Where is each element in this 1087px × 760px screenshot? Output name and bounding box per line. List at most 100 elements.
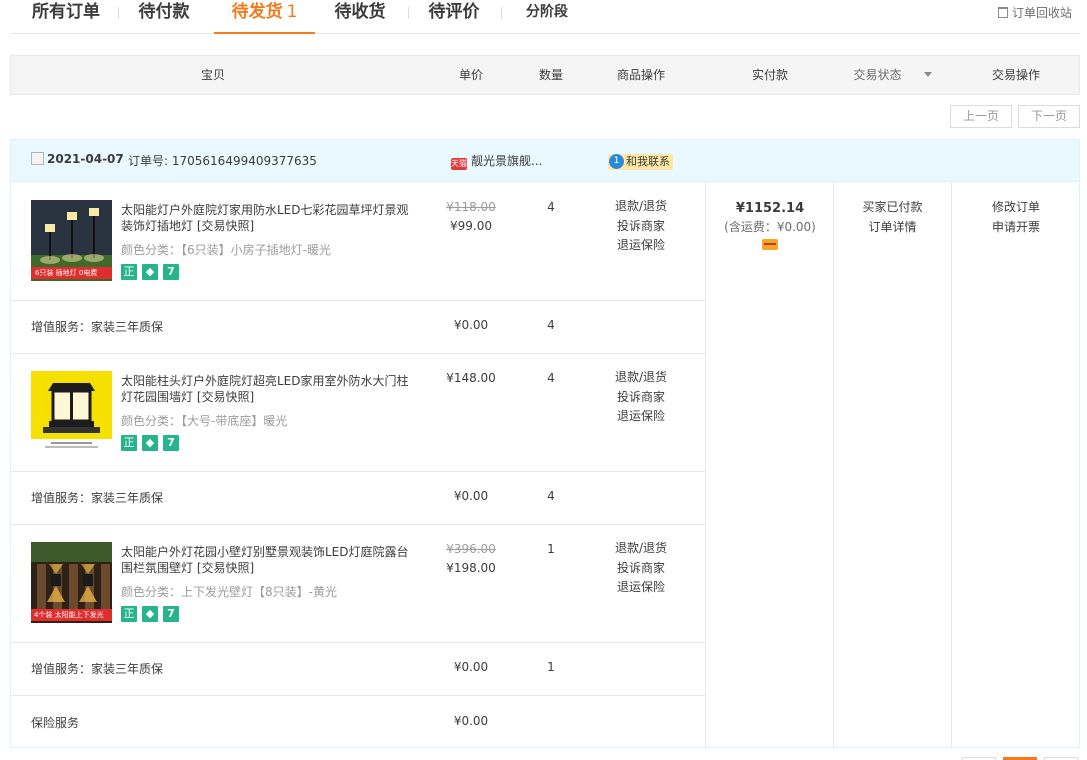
product-spec: 颜色分类：上下发光壁灯【8只装】-黄光 [121,585,337,599]
return-insurance-link[interactable]: 退运保险 [606,407,676,427]
divider [11,353,705,354]
modify-order-link[interactable]: 修改订单 [951,197,1081,217]
unit-price: ¥118.00 ¥99.00 [431,198,511,236]
shop-name: 靓光景旗舰... [471,154,543,168]
divider [11,524,705,525]
seven-day-return-icon[interactable]: 7 [163,606,179,622]
tab-label: 待评价 [428,2,480,22]
order-checkbox[interactable] [31,152,44,165]
col-item: 宝贝 [200,68,225,82]
original-price: ¥118.00 [446,200,496,214]
tab-staged[interactable]: 分阶段 [517,0,577,34]
value-added-service: 增值服务：家装三年质保 [31,662,164,676]
table-header: 宝贝 单价 数量 商品操作 实付款 交易状态 交易操作 [10,55,1080,95]
tab-divider [501,7,502,19]
credit-card-icon[interactable] [762,239,778,250]
paid-amount: ¥1152.14 [735,201,805,216]
divider [833,182,834,748]
quantity: 4 [547,371,555,385]
refund-return-link[interactable]: 退款/退货 [606,197,676,217]
complain-seller-link[interactable]: 投诉商家 [606,559,676,579]
genuine-icon[interactable]: 正 [121,264,137,280]
return-insurance-link[interactable]: 退运保险 [606,236,676,256]
request-invoice-link[interactable]: 申请开票 [951,217,1081,237]
product-spec: 颜色分类：【大号-带底座】暖光 [121,414,288,428]
product-title-link[interactable]: 太阳能户外灯花园小壁灯别墅景观装饰LED灯庭院露台围栏氛围壁灯 [交易快照] [121,544,411,576]
order-body: 6只装 插地灯 0电费 太阳能灯户外庭院灯家用防水LED七彩花园草坪灯景观装饰灯… [10,182,1080,748]
install-icon[interactable]: ◆ [142,435,158,451]
tab-divider [118,7,119,19]
refund-return-link[interactable]: 退款/退货 [606,368,676,388]
tab-pending-shipment[interactable]: 待发货 1 [214,0,315,34]
current-price: ¥148.00 [446,371,496,385]
service-price: ¥0.00 [453,318,489,332]
order-number-label: 订单号: [128,154,169,168]
value-added-service: 增值服务：家装三年质保 [31,320,164,334]
contact-seller-button[interactable]: 1 和我联系 [608,154,673,170]
tab-divider [408,7,409,19]
refund-return-link[interactable]: 退款/退货 [606,539,676,559]
col-status-label: 交易状态 [853,68,902,82]
col-status[interactable]: 交易状态 [834,56,951,94]
tmall-icon: 天猫 [451,158,467,170]
item-ops: 退款/退货 投诉商家 退运保险 [606,197,676,256]
service-price: ¥0.00 [453,660,489,674]
return-insurance-link[interactable]: 退运保险 [606,578,676,598]
caret-down-icon [923,72,932,77]
value-added-service: 增值服务：家装三年质保 [31,491,164,505]
product-image[interactable]: 6只装 插地灯 0电费 [31,200,112,281]
product-image[interactable] [31,371,112,452]
prev-page-button[interactable]: 上一页 [950,105,1012,128]
trash-icon [997,7,1008,18]
genuine-icon[interactable]: 正 [121,606,137,622]
order-header: 2021-04-07 订单号: 1705616499409377635 天猫 靓光… [10,139,1080,182]
order-number: 订单号: 1705616499409377635 [128,152,317,169]
item-ops: 退款/退货 投诉商家 退运保险 [606,368,676,427]
tab-count: 1 [286,2,298,22]
insurance-service: 保险服务 [31,716,80,730]
next-page-button[interactable]: 下一页 [1018,105,1080,128]
current-price: ¥198.00 [446,561,496,575]
tab-pending-review[interactable]: 待评价 [424,0,484,34]
divider [11,642,705,643]
install-icon[interactable]: ◆ [142,606,158,622]
col-price: 单价 [458,68,483,82]
complain-seller-link[interactable]: 投诉商家 [606,388,676,408]
tab-label: 待付款 [138,2,190,22]
tab-label: 所有订单 [32,2,100,22]
tab-pending-receipt[interactable]: 待收货 [330,0,390,34]
tab-all-orders[interactable]: 所有订单 [30,0,102,34]
seven-day-return-icon[interactable]: 7 [163,264,179,280]
seven-day-return-icon[interactable]: 7 [163,435,179,451]
divider [11,471,705,472]
shipping-fee: (含运费：¥0.00) [724,220,816,234]
current-price: ¥99.00 [450,219,492,233]
unit-price: ¥396.00 ¥198.00 [431,540,511,578]
tab-pending-payment[interactable]: 待付款 [134,0,194,34]
service-badges: 正 ◆ 7 [121,606,184,622]
product-title-link[interactable]: 太阳能灯户外庭院灯家用防水LED七彩花园草坪灯景观装饰灯插地灯 [交易快照] [121,202,411,234]
divider [705,182,706,748]
paid-amount-cell: ¥1152.14 (含运费：¥0.00) [706,199,834,256]
quantity: 4 [547,200,555,214]
order-details-link[interactable]: 订单详情 [834,217,951,237]
product-image[interactable]: 4个装 太阳能上下发光 [31,542,112,623]
recycle-label: 订单回收站 [1011,6,1072,20]
shop-link[interactable]: 天猫 靓光景旗舰... [451,152,542,170]
service-qty: 1 [547,660,555,674]
image-caption: 4个装 太阳能上下发光 [34,611,104,619]
order-date: 2021-04-07 [47,152,124,166]
order-number-value: 1705616499409377635 [171,154,317,168]
col-item-ops: 商品操作 [616,68,665,82]
product-title-link[interactable]: 太阳能柱头灯户外庭院灯超亮LED家用室外防水大门柱灯花园围墙灯 [交易快照] [121,373,411,405]
trade-status-cell: 买家已付款 订单详情 [834,197,951,237]
recycle-bin-link[interactable]: 订单回收站 [997,4,1072,21]
insurance-price: ¥0.00 [453,714,489,728]
genuine-icon[interactable]: 正 [121,435,137,451]
service-badges: 正 ◆ 7 [121,435,184,451]
complain-seller-link[interactable]: 投诉商家 [606,217,676,237]
quantity: 1 [547,542,555,556]
service-qty: 4 [547,489,555,503]
install-icon[interactable]: ◆ [142,264,158,280]
tab-label: 分阶段 [526,4,568,20]
